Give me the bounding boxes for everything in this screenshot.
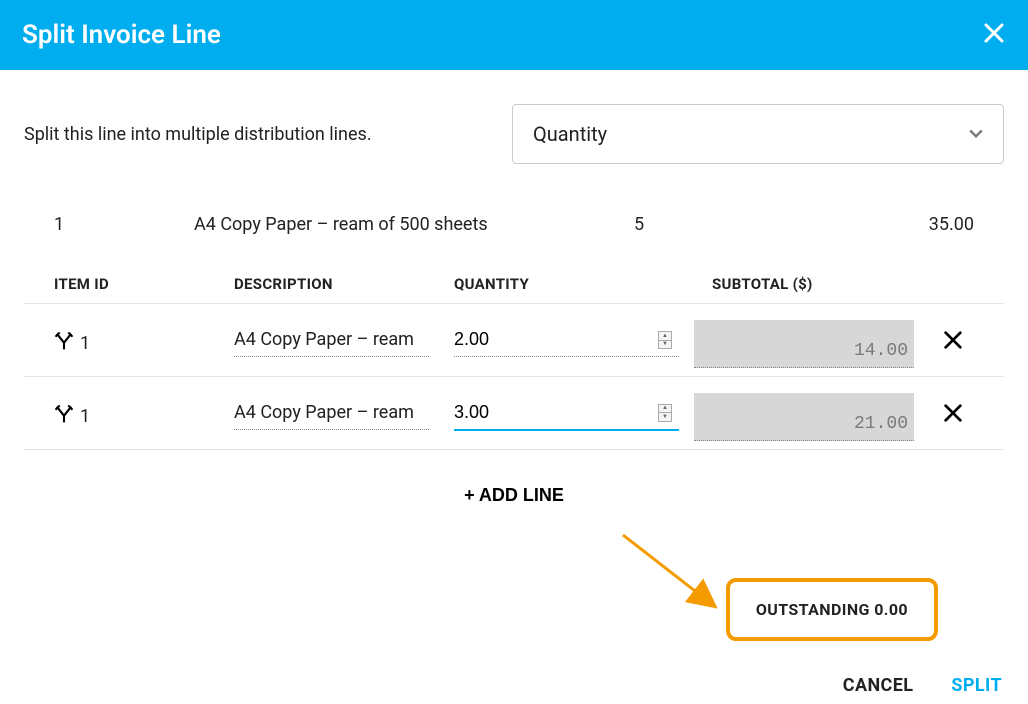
outstanding-label: OUTSTANDING (756, 600, 870, 619)
quantity-stepper[interactable]: ▲▼ (658, 331, 672, 349)
row-subtotal: 14.00 (694, 320, 914, 368)
chevron-down-icon (969, 122, 983, 146)
dropdown-value: Quantity (533, 122, 607, 146)
outstanding-badge: OUTSTANDING 0.00 (726, 578, 938, 641)
outstanding-value: 0.00 (874, 600, 908, 619)
row-description-value: A4 Copy Paper – ream (234, 402, 429, 430)
dialog-header: Split Invoice Line (0, 0, 1028, 70)
dialog-title: Split Invoice Line (22, 20, 221, 50)
add-line-button[interactable]: + ADD LINE (458, 484, 570, 507)
prompt-text: Split this line into multiple distributi… (24, 124, 372, 145)
orig-item-id: 1 (54, 214, 194, 235)
split-by-dropdown[interactable]: Quantity (512, 104, 1004, 164)
col-itemid: ITEM ID (54, 275, 234, 293)
col-subtotal: SUBTOTAL ($) (694, 275, 974, 293)
split-row: 1 A4 Copy Paper – ream ▲▼ 21.00 (24, 377, 1004, 450)
split-button[interactable]: SPLIT (951, 675, 1002, 696)
split-icon (54, 404, 74, 429)
annotation-arrow-icon (618, 530, 728, 620)
remove-row-button[interactable] (914, 402, 964, 430)
quantity-stepper[interactable]: ▲▼ (658, 404, 672, 422)
row-item-id-value: 1 (80, 406, 90, 427)
row-item-id-value: 1 (80, 333, 90, 354)
orig-quantity: 5 (634, 214, 824, 235)
row-item-id: 1 (54, 404, 234, 429)
cancel-button[interactable]: CANCEL (843, 675, 914, 696)
split-row: 1 A4 Copy Paper – ream ▲▼ 14.00 (24, 304, 1004, 377)
split-table-header: ITEM ID DESCRIPTION QUANTITY SUBTOTAL ($… (24, 245, 1004, 304)
split-icon (54, 331, 74, 356)
original-line-row: 1 A4 Copy Paper – ream of 500 sheets 5 3… (24, 194, 1004, 245)
orig-description: A4 Copy Paper – ream of 500 sheets (194, 214, 634, 235)
row-description: A4 Copy Paper – ream (234, 402, 454, 430)
quantity-input[interactable] (454, 402, 679, 431)
col-description: DESCRIPTION (234, 275, 454, 293)
quantity-input[interactable] (454, 329, 679, 357)
col-quantity: QUANTITY (454, 275, 694, 293)
close-icon[interactable] (982, 21, 1006, 49)
row-subtotal: 21.00 (694, 393, 914, 441)
row-description: A4 Copy Paper – ream (234, 329, 454, 357)
remove-row-button[interactable] (914, 329, 964, 357)
row-description-value: A4 Copy Paper – ream (234, 329, 429, 357)
orig-amount: 35.00 (824, 214, 974, 235)
row-item-id: 1 (54, 331, 234, 356)
